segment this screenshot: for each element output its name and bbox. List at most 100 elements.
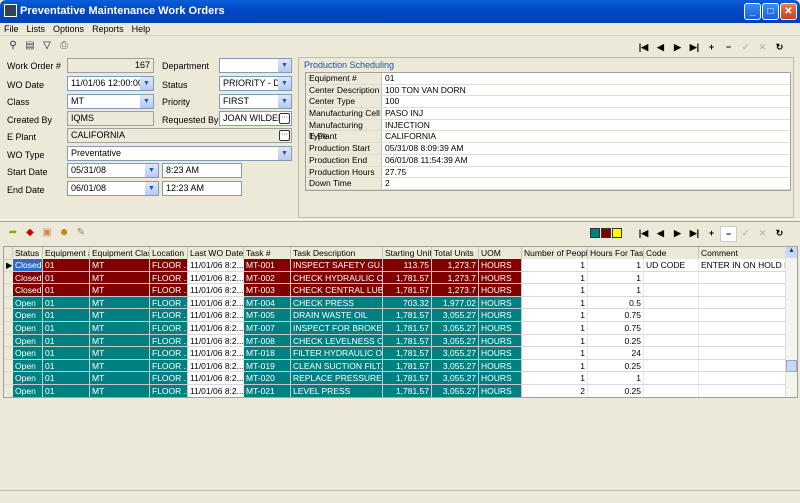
grid-cell[interactable]: 0.25	[588, 334, 644, 348]
grid-cell[interactable]: Open	[13, 385, 43, 397]
grid-cell[interactable]: MT-019	[244, 359, 291, 373]
grid-cell[interactable]: 0.25	[588, 359, 644, 373]
grid-cell[interactable]	[699, 271, 786, 285]
binoculars-icon[interactable]: ⚲	[6, 39, 20, 53]
grid-cell[interactable]: 3,055.27	[432, 309, 479, 322]
insert-icon[interactable]: +	[703, 40, 720, 54]
box-icon[interactable]: ▣	[40, 226, 54, 240]
ellipsis-icon[interactable]: ···	[279, 113, 290, 124]
refresh-icon[interactable]: ↻	[771, 40, 788, 54]
column-header[interactable]: Starting Units	[383, 247, 432, 260]
grid-cell[interactable]: FLOOR ...	[150, 309, 188, 322]
grid-cell[interactable]: INSPECT SAFETY GU...	[291, 259, 383, 272]
grid-cell[interactable]: 3,055.27	[432, 385, 479, 397]
grid-cell[interactable]: 01	[43, 296, 90, 310]
grid-cell[interactable]: 01	[43, 385, 90, 397]
grid-cell[interactable]: Open	[13, 334, 43, 348]
prior-icon[interactable]: ◀	[652, 40, 669, 54]
grid-cell[interactable]: CHECK LEVELNESS O...	[291, 334, 383, 348]
column-header[interactable]: Total Units	[432, 247, 479, 260]
grid-cell[interactable]: MT	[90, 372, 150, 385]
prior-icon[interactable]: ◀	[652, 226, 669, 242]
grid-cell[interactable]: MT	[90, 334, 150, 348]
grid-cell[interactable]	[699, 372, 786, 385]
menu-file[interactable]: File	[4, 24, 19, 34]
grid-cell[interactable]: ENTER IN ON HOLD R	[699, 259, 786, 272]
grid-cell[interactable]: 1,781.57	[383, 284, 432, 297]
row-indicator[interactable]	[4, 309, 13, 322]
start-time-field[interactable]: 8:23 AM	[162, 163, 242, 178]
grid-cell[interactable]: MT	[90, 385, 150, 397]
requested-by-field[interactable]: JOAN WILDER ···	[219, 111, 292, 126]
grid-cell[interactable]: FLOOR ...	[150, 296, 188, 310]
cancel-icon[interactable]: ✕	[754, 226, 771, 242]
delete-icon[interactable]: −	[720, 40, 737, 54]
grid-cell[interactable]: CHECK HYDRAULIC O...	[291, 271, 383, 285]
grid-cell[interactable]	[699, 334, 786, 348]
end-time-field[interactable]: 12:23 AM	[162, 181, 242, 196]
grid-cell[interactable]: HOURS	[479, 296, 522, 310]
grid-cell[interactable]: 11/01/06 8:2...	[188, 271, 244, 285]
grid-cell[interactable]	[699, 309, 786, 322]
grid-cell[interactable]: 1	[588, 284, 644, 297]
grid-cell[interactable]: 11/01/06 8:2...	[188, 359, 244, 373]
grid-cell[interactable]: 1,781.57	[383, 322, 432, 335]
grid-cell[interactable]: 01	[43, 284, 90, 297]
grid-cell[interactable]: 1	[588, 259, 644, 272]
column-header[interactable]: Equipment #	[43, 247, 90, 260]
table-row[interactable]: Open 01 MT FLOOR ... 11/01/06 8:2... MT-019 CL…	[4, 359, 786, 373]
grid-cell[interactable]: HOURS	[479, 322, 522, 335]
row-indicator[interactable]	[4, 385, 13, 397]
grid-cell[interactable]: 01	[43, 359, 90, 373]
grid-cell[interactable]: 11/01/06 8:2...	[188, 309, 244, 322]
grid-cell[interactable]: HOURS	[479, 284, 522, 297]
grid-cell[interactable]: 0.75	[588, 309, 644, 322]
grid-cell[interactable]: FLOOR ...	[150, 347, 188, 360]
grid-cell[interactable]: DRAIN WASTE OIL	[291, 309, 383, 322]
grid-cell[interactable]: MT-008	[244, 334, 291, 348]
wo-date-field[interactable]: 11/01/06 12:00:00 AM ▼	[67, 76, 154, 91]
cancel-icon[interactable]: ✕	[754, 40, 771, 54]
grid-cell[interactable]: INSPECT FOR BROKE...	[291, 322, 383, 335]
grid-cell[interactable]: Open	[13, 309, 43, 322]
grid-cell[interactable]: 01	[43, 372, 90, 385]
grid-cell[interactable]: LEVEL PRESS	[291, 385, 383, 397]
department-field[interactable]: ▼	[219, 58, 292, 73]
chevron-down-icon[interactable]: ▼	[278, 147, 291, 160]
end-date-field[interactable]: 06/01/08 ▼	[67, 181, 159, 196]
grid-cell[interactable]: UD CODE	[644, 259, 699, 272]
grid-cell[interactable]: 1,781.57	[383, 334, 432, 348]
add-folder-icon[interactable]: ➦	[6, 226, 20, 240]
grid-cell[interactable]: 1	[522, 359, 588, 373]
grid-cell[interactable]: 1,781.57	[383, 347, 432, 360]
grid-cell[interactable]	[699, 322, 786, 335]
grid-cell[interactable]: 1	[588, 372, 644, 385]
column-header[interactable]: Task Description	[291, 247, 383, 260]
scroll-up-icon[interactable]: ▲	[786, 247, 797, 258]
grid-cell[interactable]: 1	[522, 322, 588, 335]
last-icon[interactable]: ▶|	[686, 40, 703, 54]
grid-cell[interactable]: 2	[522, 385, 588, 397]
grid-cell[interactable]: 11/01/06 8:2...	[188, 334, 244, 348]
column-header[interactable]: UOM	[479, 247, 522, 260]
refresh-icon[interactable]: ↻	[771, 226, 788, 242]
grid-cell[interactable]: MT-021	[244, 385, 291, 397]
edit-icon[interactable]: ✎	[74, 226, 88, 240]
grid-cell[interactable]: 1,273.7	[432, 271, 479, 285]
grid-cell[interactable]: 1,781.57	[383, 309, 432, 322]
grid-cell[interactable]: Closed	[13, 284, 43, 297]
table-row[interactable]: Closed 01 MT FLOOR ... 11/01/06 8:2... MT-003…	[4, 284, 786, 297]
start-date-field[interactable]: 05/31/08 ▼	[67, 163, 159, 178]
grid-cell[interactable]: MT-007	[244, 322, 291, 335]
grid-cell[interactable]: 11/01/06 8:2...	[188, 385, 244, 397]
filter-icon[interactable]: ▽	[40, 39, 54, 53]
grid-cell[interactable]: HOURS	[479, 259, 522, 272]
column-header[interactable]: Task #	[244, 247, 291, 260]
grid-cell[interactable]: 1	[522, 259, 588, 272]
grid-cell[interactable]: 1,781.57	[383, 271, 432, 285]
grid-cell[interactable]: 11/01/06 8:2...	[188, 372, 244, 385]
grid-cell[interactable]: HOURS	[479, 385, 522, 397]
column-header[interactable]: Equipment Class	[90, 247, 150, 260]
grid-cell[interactable]: 1,781.57	[383, 372, 432, 385]
grid-cell[interactable]	[644, 334, 699, 348]
